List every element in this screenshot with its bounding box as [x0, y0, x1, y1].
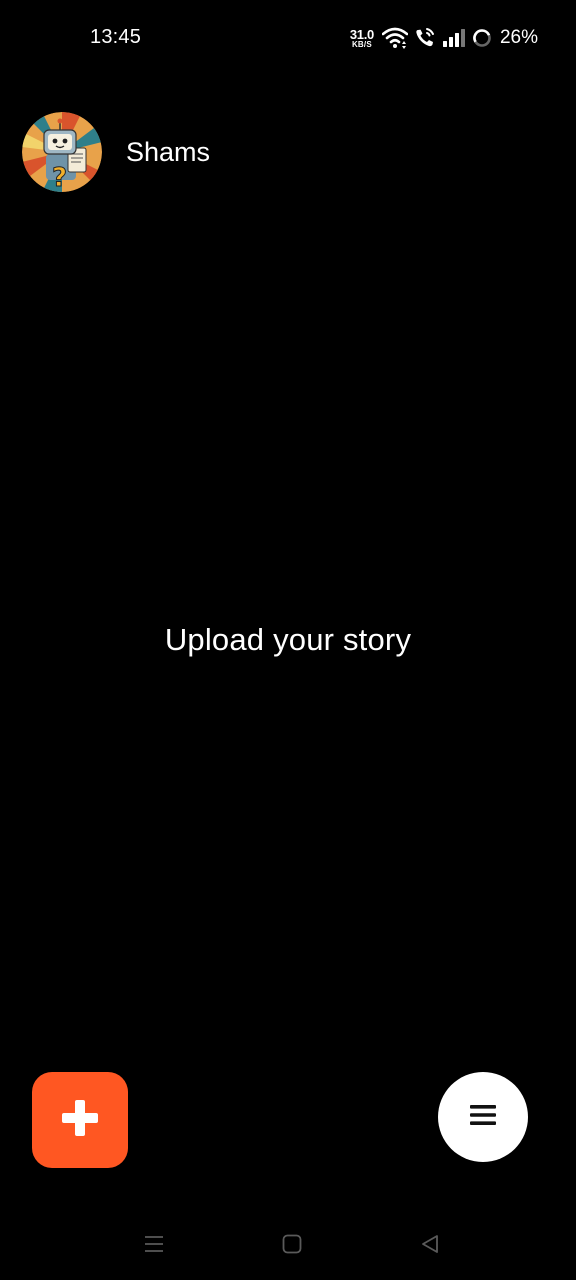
network-speed-unit: KB/S [351, 39, 372, 49]
status-icons: 31.0 KB/S 26% [350, 24, 538, 52]
back-button[interactable] [416, 1232, 444, 1260]
home-icon [281, 1233, 303, 1260]
volte-call-icon [414, 27, 436, 49]
network-speed: 31.0 KB/S [350, 28, 374, 49]
menu-button[interactable] [438, 1072, 528, 1162]
svg-text:?: ? [52, 163, 67, 192]
status-bar: 13:45 31.0 KB/S 26% [0, 0, 576, 78]
battery-percent: 26% [499, 27, 538, 48]
profile-name: Shams [126, 136, 211, 167]
robot-avatar-icon[interactable]: ? [22, 112, 102, 192]
wifi-icon [381, 27, 408, 49]
status-time: 13:45 [90, 26, 142, 48]
plus-icon [60, 1098, 100, 1143]
profile-header: ? Shams [22, 112, 210, 192]
network-speed-value: 31.0 [349, 26, 374, 42]
back-icon [419, 1233, 441, 1260]
empty-state-message: Upload your story [164, 622, 412, 657]
recents-icon [143, 1233, 165, 1260]
battery-ring-icon [472, 28, 492, 48]
signal-icon [442, 28, 466, 48]
recents-button[interactable] [140, 1232, 168, 1260]
hamburger-menu-icon [469, 1103, 497, 1132]
add-story-button[interactable] [32, 1072, 128, 1168]
home-button[interactable] [278, 1232, 306, 1260]
system-navigation-bar [0, 1210, 576, 1280]
